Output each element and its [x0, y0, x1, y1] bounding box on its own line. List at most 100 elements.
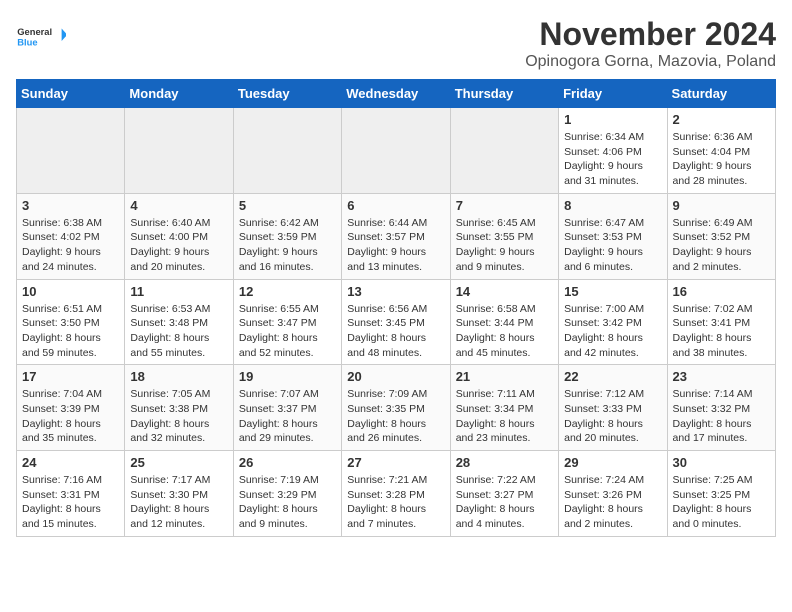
- day-number: 21: [456, 369, 553, 384]
- day-number: 12: [239, 284, 336, 299]
- calendar-cell: [342, 108, 450, 194]
- day-info: Sunrise: 6:47 AM Sunset: 3:53 PM Dayligh…: [564, 216, 661, 275]
- calendar-cell: 24Sunrise: 7:16 AM Sunset: 3:31 PM Dayli…: [17, 451, 125, 537]
- svg-text:Blue: Blue: [17, 37, 37, 47]
- day-info: Sunrise: 6:38 AM Sunset: 4:02 PM Dayligh…: [22, 216, 119, 275]
- calendar-cell: [125, 108, 233, 194]
- day-info: Sunrise: 7:00 AM Sunset: 3:42 PM Dayligh…: [564, 302, 661, 361]
- weekday-header: Friday: [559, 80, 667, 108]
- day-number: 9: [673, 198, 770, 213]
- calendar-cell: 27 Sunrise: 7:21 AM Sunset: 3:28 PM Dayli…: [342, 451, 450, 537]
- day-info: Sunrise: 6:44 AM Sunset: 3:57 PM Dayligh…: [347, 216, 444, 275]
- day-number: 25: [130, 455, 227, 470]
- day-info: Sunrise: 7:05 AM Sunset: 3:38 PM Dayligh…: [130, 387, 227, 446]
- day-number: 4: [130, 198, 227, 213]
- day-info: Sunrise: 6:55 AM Sunset: 3:47 PM Dayligh…: [239, 302, 336, 361]
- day-info: Sunrise: 7:14 AM Sunset: 3:32 PM Dayligh…: [673, 387, 770, 446]
- calendar-cell: 3 Sunrise: 6:38 AM Sunset: 4:02 PM Daylig…: [17, 193, 125, 279]
- logo: General Blue: [16, 16, 66, 61]
- calendar-cell: 11Sunrise: 6:53 AM Sunset: 3:48 PM Dayli…: [125, 279, 233, 365]
- calendar-cell: 1 Sunrise: 6:34 AM Sunset: 4:06 PM Daylig…: [559, 108, 667, 194]
- day-number: 19: [239, 369, 336, 384]
- day-number: 10: [22, 284, 119, 299]
- day-number: 26: [239, 455, 336, 470]
- day-info: Sunrise: 7:22 AM Sunset: 3:27 PM Dayligh…: [456, 473, 553, 532]
- calendar-cell: 10 Sunrise: 6:51 AM Sunset: 3:50 PM Dayli…: [17, 279, 125, 365]
- calendar-cell: 7Sunrise: 6:45 AM Sunset: 3:55 PM Daylig…: [450, 193, 558, 279]
- calendar-week-row: 24Sunrise: 7:16 AM Sunset: 3:31 PM Dayli…: [17, 451, 776, 537]
- day-info: Sunrise: 6:34 AM Sunset: 4:06 PM Dayligh…: [564, 130, 661, 189]
- day-number: 2: [673, 112, 770, 127]
- page-header: General Blue November 2024 Opinogora Gor…: [16, 16, 776, 71]
- calendar-cell: 13 Sunrise: 6:56 AM Sunset: 3:45 PM Dayli…: [342, 279, 450, 365]
- calendar-cell: 12 Sunrise: 6:55 AM Sunset: 3:47 PM Dayli…: [233, 279, 341, 365]
- day-number: 27: [347, 455, 444, 470]
- calendar-cell: 26Sunrise: 7:19 AM Sunset: 3:29 PM Dayli…: [233, 451, 341, 537]
- day-number: 17: [22, 369, 119, 384]
- calendar-cell: 6 Sunrise: 6:44 AM Sunset: 3:57 PM Daylig…: [342, 193, 450, 279]
- day-number: 28: [456, 455, 553, 470]
- day-info: Sunrise: 7:17 AM Sunset: 3:30 PM Dayligh…: [130, 473, 227, 532]
- day-info: Sunrise: 6:40 AM Sunset: 4:00 PM Dayligh…: [130, 216, 227, 275]
- day-info: Sunrise: 6:49 AM Sunset: 3:52 PM Dayligh…: [673, 216, 770, 275]
- calendar-week-row: 3 Sunrise: 6:38 AM Sunset: 4:02 PM Daylig…: [17, 193, 776, 279]
- calendar-cell: 28 Sunrise: 7:22 AM Sunset: 3:27 PM Dayli…: [450, 451, 558, 537]
- calendar-cell: 4 Sunrise: 6:40 AM Sunset: 4:00 PM Daylig…: [125, 193, 233, 279]
- calendar-week-row: 17 Sunrise: 7:04 AM Sunset: 3:39 PM Dayli…: [17, 365, 776, 451]
- logo-graphic: General Blue: [16, 16, 66, 56]
- calendar-cell: 19 Sunrise: 7:07 AM Sunset: 3:37 PM Dayli…: [233, 365, 341, 451]
- weekday-header: Thursday: [450, 80, 558, 108]
- day-number: 20: [347, 369, 444, 384]
- day-number: 13: [347, 284, 444, 299]
- location-title: Opinogora Gorna, Mazovia, Poland: [525, 53, 776, 71]
- calendar-cell: 14 Sunrise: 6:58 AM Sunset: 3:44 PM Dayli…: [450, 279, 558, 365]
- calendar-cell: 9 Sunrise: 6:49 AM Sunset: 3:52 PM Daylig…: [667, 193, 775, 279]
- day-number: 6: [347, 198, 444, 213]
- day-info: Sunrise: 6:36 AM Sunset: 4:04 PM Dayligh…: [673, 130, 770, 189]
- weekday-header: Tuesday: [233, 80, 341, 108]
- day-info: Sunrise: 7:12 AM Sunset: 3:33 PM Dayligh…: [564, 387, 661, 446]
- day-number: 23: [673, 369, 770, 384]
- day-info: Sunrise: 7:21 AM Sunset: 3:28 PM Dayligh…: [347, 473, 444, 532]
- day-number: 15: [564, 284, 661, 299]
- calendar-cell: 22 Sunrise: 7:12 AM Sunset: 3:33 PM Dayli…: [559, 365, 667, 451]
- calendar-cell: 18Sunrise: 7:05 AM Sunset: 3:38 PM Dayli…: [125, 365, 233, 451]
- day-info: Sunrise: 7:04 AM Sunset: 3:39 PM Dayligh…: [22, 387, 119, 446]
- day-info: Sunrise: 7:25 AM Sunset: 3:25 PM Dayligh…: [673, 473, 770, 532]
- logo-text-area: General Blue: [16, 16, 66, 61]
- svg-text:General: General: [17, 27, 52, 37]
- day-number: 22: [564, 369, 661, 384]
- calendar-cell: 20 Sunrise: 7:09 AM Sunset: 3:35 PM Dayli…: [342, 365, 450, 451]
- weekday-header: Sunday: [17, 80, 125, 108]
- day-number: 14: [456, 284, 553, 299]
- calendar-cell: 21 Sunrise: 7:11 AM Sunset: 3:34 PM Dayli…: [450, 365, 558, 451]
- day-info: Sunrise: 7:02 AM Sunset: 3:41 PM Dayligh…: [673, 302, 770, 361]
- calendar-header-row: SundayMondayTuesdayWednesdayThursdayFrid…: [17, 80, 776, 108]
- calendar-table: SundayMondayTuesdayWednesdayThursdayFrid…: [16, 79, 776, 537]
- day-info: Sunrise: 6:45 AM Sunset: 3:55 PM Dayligh…: [456, 216, 553, 275]
- day-info: Sunrise: 6:42 AM Sunset: 3:59 PM Dayligh…: [239, 216, 336, 275]
- title-area: November 2024 Opinogora Gorna, Mazovia, …: [525, 16, 776, 71]
- calendar-cell: 8 Sunrise: 6:47 AM Sunset: 3:53 PM Daylig…: [559, 193, 667, 279]
- calendar-cell: 29Sunrise: 7:24 AM Sunset: 3:26 PM Dayli…: [559, 451, 667, 537]
- day-number: 29: [564, 455, 661, 470]
- day-number: 16: [673, 284, 770, 299]
- day-info: Sunrise: 6:56 AM Sunset: 3:45 PM Dayligh…: [347, 302, 444, 361]
- calendar-cell: [233, 108, 341, 194]
- calendar-cell: 25 Sunrise: 7:17 AM Sunset: 3:30 PM Dayli…: [125, 451, 233, 537]
- day-number: 3: [22, 198, 119, 213]
- day-number: 8: [564, 198, 661, 213]
- day-info: Sunrise: 7:09 AM Sunset: 3:35 PM Dayligh…: [347, 387, 444, 446]
- day-info: Sunrise: 6:53 AM Sunset: 3:48 PM Dayligh…: [130, 302, 227, 361]
- day-number: 30: [673, 455, 770, 470]
- day-info: Sunrise: 6:51 AM Sunset: 3:50 PM Dayligh…: [22, 302, 119, 361]
- day-info: Sunrise: 7:16 AM Sunset: 3:31 PM Dayligh…: [22, 473, 119, 532]
- day-info: Sunrise: 7:07 AM Sunset: 3:37 PM Dayligh…: [239, 387, 336, 446]
- day-info: Sunrise: 7:11 AM Sunset: 3:34 PM Dayligh…: [456, 387, 553, 446]
- calendar-cell: [17, 108, 125, 194]
- day-number: 1: [564, 112, 661, 127]
- day-info: Sunrise: 6:58 AM Sunset: 3:44 PM Dayligh…: [456, 302, 553, 361]
- calendar-cell: 2 Sunrise: 6:36 AM Sunset: 4:04 PM Daylig…: [667, 108, 775, 194]
- month-title: November 2024: [525, 16, 776, 53]
- calendar-cell: 15 Sunrise: 7:00 AM Sunset: 3:42 PM Dayli…: [559, 279, 667, 365]
